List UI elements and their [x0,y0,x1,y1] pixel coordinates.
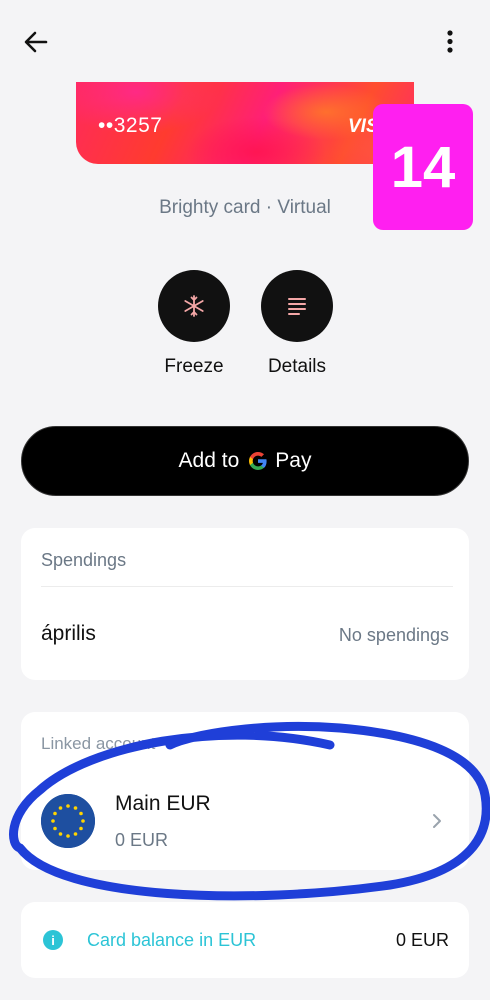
account-name: Main EUR [115,792,211,815]
spendings-month: április [41,622,96,645]
details-label: Details [267,356,327,377]
spendings-status: No spendings [338,625,449,645]
freeze-button[interactable] [158,270,230,342]
google-g-icon [247,450,269,472]
account-balance: 0 EUR [115,830,169,850]
details-button[interactable] [261,270,333,342]
details-action[interactable]: Details [247,270,347,378]
more-vertical-icon [447,30,453,53]
linked-account-row[interactable]: Main EUR 0 EUR [21,782,469,870]
card-balance-label: Card balance in EUR [87,930,257,950]
card-balance-value: 0 EUR [395,930,449,950]
linked-account-title: Linked account [41,734,156,753]
card-caption: Brighty card · Virtual [159,197,331,218]
card-number: ••3257 [98,114,163,137]
more-options-button[interactable] [436,26,464,58]
gpay-label-prefix: Add to [178,449,240,472]
spendings-divider [41,586,453,587]
arrow-left-icon [24,31,48,53]
back-button[interactable] [20,26,52,58]
add-to-google-pay-button[interactable]: Add to Pay [21,426,469,496]
linked-account-panel: Linked account Main EUR 0 EUR [21,712,469,870]
gpay-label-suffix: Pay [275,449,312,472]
freeze-action[interactable]: Freeze [144,270,244,378]
snowflake-icon [184,295,204,317]
virtual-card[interactable]: ••3257 VIS [76,82,414,164]
card-balance-panel: i Card balance in EUR 0 EUR [21,902,469,978]
info-icon[interactable]: i [43,930,63,950]
details-lines-icon [288,298,306,315]
spendings-panel: Spendings április No spendings [21,528,469,680]
chevron-right-icon [431,812,443,835]
freeze-label: Freeze [164,356,224,377]
top-bar [0,0,490,80]
eu-flag-icon [41,794,95,848]
spendings-title: Spendings [41,550,127,570]
